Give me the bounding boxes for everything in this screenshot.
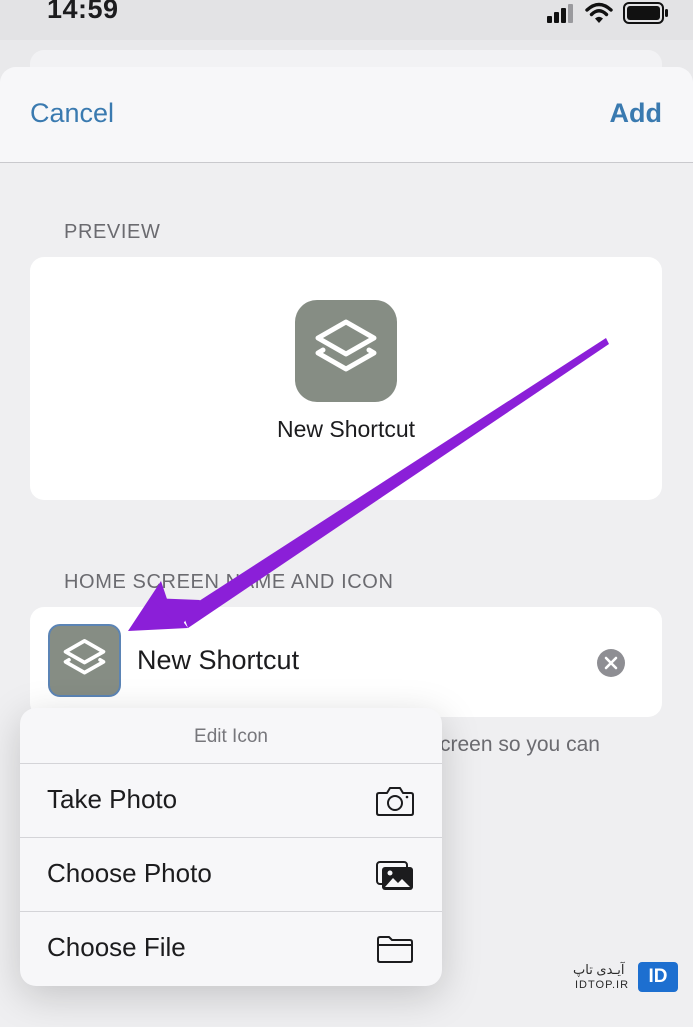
cellular-signal-icon: [547, 4, 573, 23]
menu-item-label: Choose Photo: [47, 858, 212, 888]
preview-section-label: PREVIEW: [64, 221, 161, 243]
menu-item-label: Choose File: [47, 932, 186, 962]
status-time: 14:59: [47, 0, 119, 24]
shortcut-name-field[interactable]: New Shortcut: [137, 645, 577, 676]
preview-shortcut-name: New Shortcut: [276, 416, 416, 442]
section-caption: creen so you can: [440, 733, 600, 756]
photos-icon: [376, 861, 413, 890]
home-screen-section-label: HOME SCREEN NAME AND ICON: [64, 571, 394, 593]
clear-text-button[interactable]: [597, 649, 625, 677]
edit-icon-menu: Edit Icon Take Photo Choose Photo Choose…: [20, 708, 442, 986]
watermark-badge: ID: [638, 962, 678, 992]
close-icon: [604, 656, 618, 670]
cancel-button[interactable]: Cancel: [30, 98, 114, 129]
battery-icon: [623, 2, 668, 24]
shortcut-preview-icon: [295, 300, 397, 402]
status-bar: 14:59: [0, 0, 693, 40]
status-icons: [547, 0, 669, 26]
watermark-text-fa: آیـدی تاپ: [573, 962, 625, 977]
menu-item-choose-file[interactable]: Choose File: [20, 912, 442, 985]
menu-title: Edit Icon: [20, 708, 442, 764]
folder-icon: [377, 936, 413, 963]
watermark-logo: آیـدی تاپ IDTOP.IR ID: [573, 962, 678, 994]
menu-item-label: Take Photo: [47, 784, 178, 814]
camera-icon: [376, 787, 414, 816]
wifi-icon: [585, 2, 613, 23]
shortcuts-layers-icon: [315, 319, 377, 372]
edit-icon-button[interactable]: [48, 624, 121, 697]
watermark-text-en: IDTOP.IR: [575, 979, 630, 991]
add-button[interactable]: Add: [610, 98, 662, 129]
menu-item-choose-photo[interactable]: Choose Photo: [20, 838, 442, 911]
shortcuts-layers-icon: [63, 639, 106, 675]
menu-item-take-photo[interactable]: Take Photo: [20, 764, 442, 837]
